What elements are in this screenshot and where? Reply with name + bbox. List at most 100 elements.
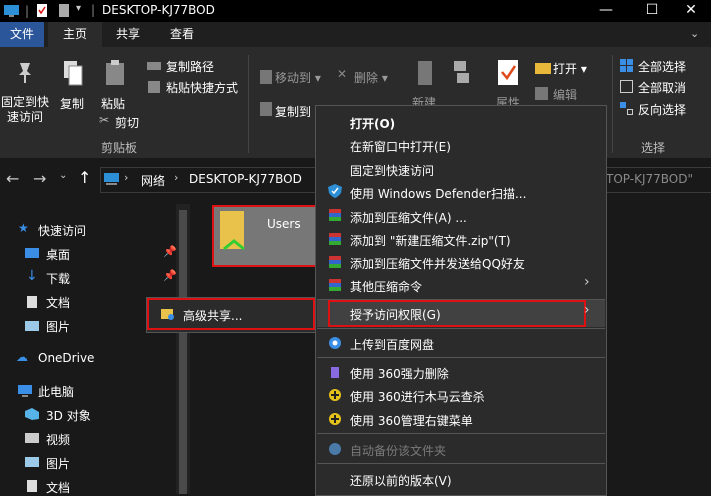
copy-to-button[interactable]: 复制到 [275,103,311,120]
select-none-button[interactable]: 全部取消 [638,79,686,96]
crumb-chevron-icon-2: › [174,171,179,184]
paste-button[interactable]: 粘贴 [101,95,125,112]
up-arrow-icon[interactable]: ↑ [78,168,91,187]
pinned-icon-2: 📌 [163,269,177,282]
copy-button[interactable]: 复制 [60,95,84,112]
maximize-button[interactable]: ☐ [629,0,675,22]
menu-open[interactable]: 打开(O) [350,115,395,132]
menu-grant-access[interactable]: 授予访问权限(G) [350,306,441,323]
pin-quick-access-button[interactable]: 固定到快 速访问 [1,95,49,125]
tab-view[interactable]: 查看 [162,22,202,47]
select-all-icon [620,59,633,72]
menu-separator-3 [317,357,605,358]
menu-360-trojan[interactable]: 使用 360进行木马云查杀 [350,388,485,405]
menu-separator-2 [317,328,605,329]
delete-button[interactable]: 删除 ▾ [354,69,388,86]
minimize-button[interactable]: — [583,0,629,22]
menu-defender[interactable]: 使用 Windows Defender扫描... [350,185,526,202]
copy-path-icon [147,62,161,70]
menu-360-delete[interactable]: 使用 360强力删除 [350,365,449,382]
menu-restore[interactable]: 还原以前的版本(V) [350,472,452,489]
nav-onedrive[interactable]: OneDrive [38,351,94,365]
advanced-sharing-item[interactable]: 高级共享... [183,307,242,324]
plus-360-icon [329,389,341,401]
nav-scroll-thumb[interactable] [179,210,187,494]
close-button[interactable]: ✕ [671,0,711,22]
ribbon-tabs: 文件 主页 共享 查看 ⌄ [0,22,711,47]
nav-pictures-2[interactable]: 图片 [46,455,70,472]
nav-desktop[interactable]: 桌面 [46,246,70,263]
copy-path-button[interactable]: 复制路径 [166,58,214,75]
documents-icon-2 [27,480,37,492]
recent-dropdown-icon[interactable]: ⌄ [59,170,67,181]
shield-icon [328,184,342,198]
paste-icon [106,60,124,85]
separator-bar-2: | [91,3,96,17]
nav-3d-objects[interactable]: 3D 对象 [46,407,91,424]
pictures-icon-2 [25,457,39,467]
move-to-button[interactable]: 移动到 ▾ [275,69,321,86]
menu-open-new-window[interactable]: 在新窗口中打开(E) [350,138,451,155]
menu-add-archive[interactable]: 添加到压缩文件(A) ... [350,209,467,226]
window-title: DESKTOP-KJ77BOD [102,3,215,17]
nav-downloads[interactable]: 下载 [46,270,70,287]
submenu-arrow-icon-2: › [584,302,590,318]
scissors-icon: ✂ [99,113,110,127]
move-to-icon [260,70,272,84]
pin-icon [19,63,31,83]
invert-selection-button[interactable]: 反向选择 [638,101,686,118]
context-menu: 打开(O) 在新窗口中打开(E) 固定到快速访问 使用 Windows Defe… [315,105,607,496]
download-icon: ↓ [26,268,38,284]
nav-pictures[interactable]: 图片 [46,318,70,335]
title-bar: | ▾ | DESKTOP-KJ77BOD — ☐ ✕ [0,0,711,22]
star-icon: ★ [18,221,29,235]
this-pc-icon [18,385,32,397]
desktop-icon [25,248,39,258]
nav-documents[interactable]: 文档 [46,294,70,311]
shared-folder-icon [220,211,245,251]
cut-button[interactable]: 剪切 [115,114,139,131]
crumb-network[interactable]: 网络 [141,172,165,189]
menu-add-zip[interactable]: 添加到 "新建压缩文件.zip"(T) [350,232,511,249]
menu-pin-quick-access[interactable]: 固定到快速访问 [350,162,434,179]
crumb-chevron-icon: › [124,171,129,184]
copy-to-icon [260,102,272,116]
pin-label-2: 速访问 [6,110,43,124]
edit-button[interactable]: 编辑 [553,86,577,103]
plus-360-icon-2 [329,413,341,425]
forward-arrow-icon[interactable]: → [33,169,46,188]
winrar-icon-3 [329,256,341,268]
ribbon-separator-2 [612,55,613,153]
delete-360-icon [331,367,339,378]
new-item-icon [454,61,469,83]
paste-shortcut-button[interactable]: 粘贴快捷方式 [166,79,238,96]
menu-add-zip-qq[interactable]: 添加到压缩文件并发送给QQ好友 [350,255,525,272]
select-all-button[interactable]: 全部选择 [638,58,686,75]
properties-qa-icon[interactable] [36,4,48,17]
documents-icon [27,296,37,308]
menu-baidu[interactable]: 上传到百度网盘 [350,336,434,353]
qa-dropdown-icon[interactable]: ▾ [76,3,81,14]
menu-other-compress[interactable]: 其他压缩命令 [350,278,422,295]
paste-shortcut-icon [148,81,160,93]
new-folder-qa-icon[interactable] [58,4,70,17]
nav-documents-2[interactable]: 文档 [46,479,70,496]
tab-home[interactable]: 主页 [48,22,102,47]
folder-name: Users [267,217,301,231]
nav-quick-access[interactable]: 快速访问 [38,222,86,239]
open-button[interactable]: 打开 ▾ [553,60,587,77]
sharing-icon [161,309,174,320]
tab-share[interactable]: 共享 [108,22,148,47]
tab-file[interactable]: 文件 [0,22,44,47]
crumb-desktop[interactable]: DESKTOP-KJ77BOD [189,172,302,186]
delete-icon: ✕ [337,67,348,81]
open-icon [535,63,551,74]
menu-360-manage[interactable]: 使用 360管理右键菜单 [350,412,473,429]
ribbon-expand-icon[interactable]: ⌄ [690,27,699,40]
nav-videos[interactable]: 视频 [46,431,70,448]
copy-icon [64,61,83,86]
back-arrow-icon[interactable]: ← [6,169,19,188]
nav-this-pc[interactable]: 此电脑 [38,383,74,400]
submenu-arrow-icon: › [584,274,590,290]
pin-label-1: 固定到快 [1,95,50,109]
